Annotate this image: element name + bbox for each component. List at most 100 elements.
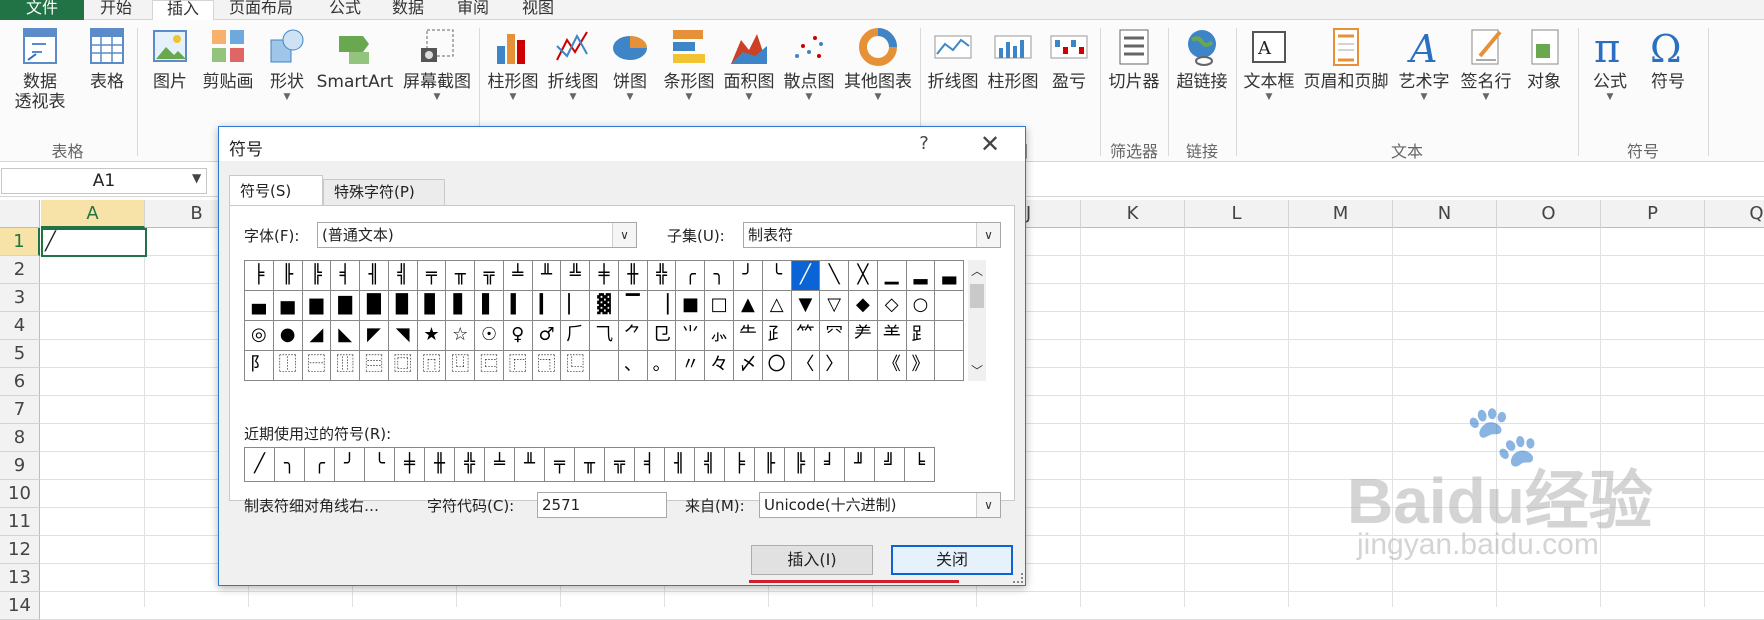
- symbol-cell[interactable]: ╬: [647, 261, 677, 291]
- symbol-cell[interactable]: ╮: [705, 261, 735, 291]
- row-header-3[interactable]: 3: [0, 284, 40, 312]
- smartart-button[interactable]: SmartArt: [315, 26, 395, 92]
- symbol-cell[interactable]: ⺄: [590, 321, 619, 351]
- symbol-cell[interactable]: ⻊: [906, 321, 936, 351]
- symbol-cell[interactable]: 〉: [820, 351, 850, 381]
- column-header-o[interactable]: O: [1497, 200, 1601, 228]
- symbol-cell[interactable]: 、: [618, 351, 648, 381]
- row-header-4[interactable]: 4: [0, 312, 40, 340]
- symbol-cell[interactable]: ╩: [561, 261, 591, 291]
- recent-symbol-cell[interactable]: ╘: [905, 448, 935, 482]
- symbol-cell[interactable]: ╞: [245, 261, 274, 291]
- symbol-cell[interactable]: ☆: [446, 321, 476, 351]
- clipart-button[interactable]: 剪贴画: [198, 26, 258, 92]
- symbol-cell[interactable]: ▋: [446, 291, 476, 321]
- recent-symbol-cell[interactable]: ╥: [575, 448, 605, 482]
- bar-chart-button[interactable]: 条形图 ▼: [660, 26, 718, 102]
- symbol-cell[interactable]: ▲: [734, 291, 763, 321]
- symbol-cell[interactable]: [849, 351, 878, 381]
- symbol-cell[interactable]: ▊: [417, 291, 447, 321]
- recent-symbol-cell[interactable]: ╭: [305, 448, 335, 482]
- symbol-cell[interactable]: ⺮: [791, 321, 821, 351]
- symbol-cell[interactable]: ╤: [417, 261, 447, 291]
- recent-symbol-cell[interactable]: ╤: [545, 448, 575, 482]
- symbol-cell[interactable]: ⺈: [618, 321, 648, 351]
- symbol-cell[interactable]: [935, 291, 965, 321]
- row-header-10[interactable]: 10: [0, 480, 40, 508]
- symbol-cell[interactable]: ╰: [762, 261, 792, 291]
- hyperlink-button[interactable]: 超链接: [1172, 26, 1232, 92]
- symbol-cell[interactable]: ╟: [273, 261, 303, 291]
- symbol-cell[interactable]: ●: [273, 321, 303, 351]
- table-button[interactable]: 表格: [82, 26, 132, 92]
- sparkline-line-button[interactable]: 折线图: [924, 26, 982, 92]
- cell-a1[interactable]: ╱: [41, 228, 147, 257]
- area-chart-button[interactable]: 面积图 ▼: [720, 26, 778, 102]
- scrollbar-thumb[interactable]: [970, 284, 984, 308]
- symbol-cell[interactable]: 〈: [791, 351, 821, 381]
- row-header-6[interactable]: 6: [0, 368, 40, 396]
- header-footer-button[interactable]: 页眉和页脚: [1300, 26, 1392, 92]
- recent-symbol-cell[interactable]: ╨: [515, 448, 545, 482]
- dialog-titlebar[interactable]: 符号 ? ✕: [219, 127, 1025, 161]
- column-header-p[interactable]: P: [1601, 200, 1705, 228]
- recent-symbol-cell[interactable]: ╣: [695, 448, 725, 482]
- symbol-cell[interactable]: ╣: [388, 261, 418, 291]
- recent-symbol-cell[interactable]: ╬: [455, 448, 485, 482]
- symbol-cell[interactable]: 〃: [676, 351, 706, 381]
- tab-formulas[interactable]: 公式: [315, 0, 375, 20]
- recent-symbol-cell[interactable]: ╛: [815, 448, 845, 482]
- symbol-cell[interactable]: ▄: [245, 291, 274, 321]
- row-header-9[interactable]: 9: [0, 452, 40, 480]
- column-header-q[interactable]: Q: [1705, 200, 1764, 228]
- from-dropdown[interactable]: Unicode(十六进制) ∨: [759, 492, 1001, 518]
- symbol-cell[interactable]: ╢: [360, 261, 389, 291]
- recent-symbol-cell[interactable]: ╰: [365, 448, 395, 482]
- name-box[interactable]: A1: [1, 168, 207, 194]
- symbol-cell[interactable]: ⺳: [820, 321, 850, 351]
- sparkline-winloss-button[interactable]: 盈亏: [1044, 26, 1094, 92]
- symbol-cell[interactable]: ⺷: [877, 321, 907, 351]
- signature-line-button[interactable]: 签名行 ▼: [1456, 26, 1516, 102]
- symbol-cell[interactable]: ★: [417, 321, 447, 351]
- character-code-input[interactable]: 2571: [537, 492, 667, 518]
- symbol-cell[interactable]: ◤: [360, 321, 389, 351]
- row-header-8[interactable]: 8: [0, 424, 40, 452]
- font-dropdown[interactable]: (普通文本) ∨: [317, 222, 637, 248]
- select-all-corner[interactable]: [0, 200, 40, 228]
- chevron-down-icon[interactable]: ∨: [612, 223, 636, 247]
- row-header-1[interactable]: 1: [0, 228, 40, 256]
- symbol-cell[interactable]: ⿹: [532, 351, 562, 381]
- symbol-cell[interactable]: ⺁: [561, 321, 591, 351]
- symbol-cell[interactable]: █: [360, 291, 389, 321]
- resize-grip-icon[interactable]: [1013, 573, 1023, 583]
- symbol-cell[interactable]: ⺪: [762, 321, 792, 351]
- tab-view[interactable]: 视图: [508, 0, 568, 20]
- insert-button[interactable]: 插入(I): [751, 545, 873, 575]
- symbol-cell[interactable]: ╧: [503, 261, 533, 291]
- symbol-cell[interactable]: ⿷: [475, 351, 504, 381]
- symbol-cell[interactable]: [590, 351, 619, 381]
- symbol-cell[interactable]: ○: [906, 291, 936, 321]
- symbol-cell[interactable]: [935, 351, 965, 381]
- symbol-cell[interactable]: ▍: [503, 291, 533, 321]
- wordart-button[interactable]: A 艺术字 ▼: [1394, 26, 1454, 102]
- symbol-cell[interactable]: ▌: [475, 291, 504, 321]
- row-header-5[interactable]: 5: [0, 340, 40, 368]
- symbol-cell[interactable]: [935, 321, 965, 351]
- symbol-cell[interactable]: □: [705, 291, 735, 321]
- tab-file[interactable]: 文件: [0, 0, 84, 20]
- symbol-cell[interactable]: ▏: [561, 291, 591, 321]
- symbol-cell[interactable]: △: [762, 291, 792, 321]
- scatter-chart-button[interactable]: 散点图 ▼: [780, 26, 838, 102]
- symbol-cell[interactable]: ⺌: [676, 321, 706, 351]
- scroll-down-icon[interactable]: ﹀: [968, 362, 986, 379]
- recent-symbol-cell[interactable]: ╧: [485, 448, 515, 482]
- symbol-cell[interactable]: ⿱: [302, 351, 332, 381]
- symbol-cell[interactable]: ⻖: [245, 351, 274, 381]
- symbol-cell[interactable]: ╥: [446, 261, 476, 291]
- symbol-cell[interactable]: ⿶: [446, 351, 476, 381]
- pie-chart-button[interactable]: 饼图 ▼: [604, 26, 656, 102]
- column-header-n[interactable]: N: [1393, 200, 1497, 228]
- chevron-down-icon[interactable]: ∨: [976, 493, 1000, 517]
